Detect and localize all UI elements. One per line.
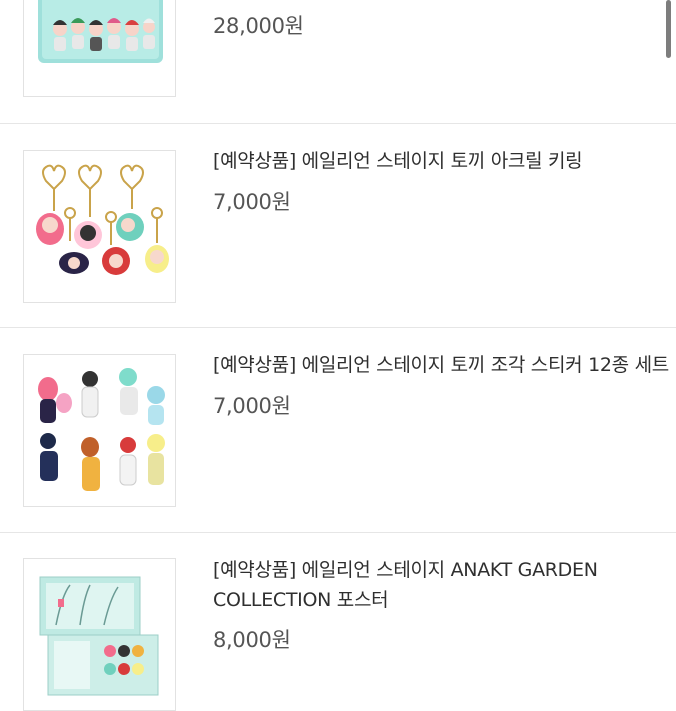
product-price: 28,000원 — [213, 14, 304, 38]
product-title[interactable]: [예약상품] 에일리언 스테이지 토끼 조각 스티커 12종 세트 — [213, 350, 676, 380]
product-price: 7,000원 — [213, 394, 291, 418]
product-thumbnail[interactable] — [23, 0, 176, 97]
product-thumbnail[interactable] — [23, 150, 176, 303]
product-price: 7,000원 — [213, 190, 291, 214]
product-title[interactable]: [예약상품] 에일리언 스테이지 ANAKT GARDEN COLLECTION… — [213, 555, 633, 615]
product-price: 8,000원 — [213, 628, 291, 652]
product-image — [38, 0, 163, 63]
product-image — [36, 164, 169, 275]
product-thumbnail[interactable] — [23, 558, 176, 711]
product-image — [39, 576, 159, 696]
divider — [0, 532, 676, 533]
product-thumbnail[interactable] — [23, 354, 176, 507]
divider — [0, 327, 676, 328]
product-title[interactable]: [예약상품] 에일리언 스테이지 토끼 아크릴 키링 — [213, 146, 676, 176]
product-image — [38, 368, 165, 491]
scrollbar[interactable] — [666, 0, 671, 58]
divider — [0, 123, 676, 124]
